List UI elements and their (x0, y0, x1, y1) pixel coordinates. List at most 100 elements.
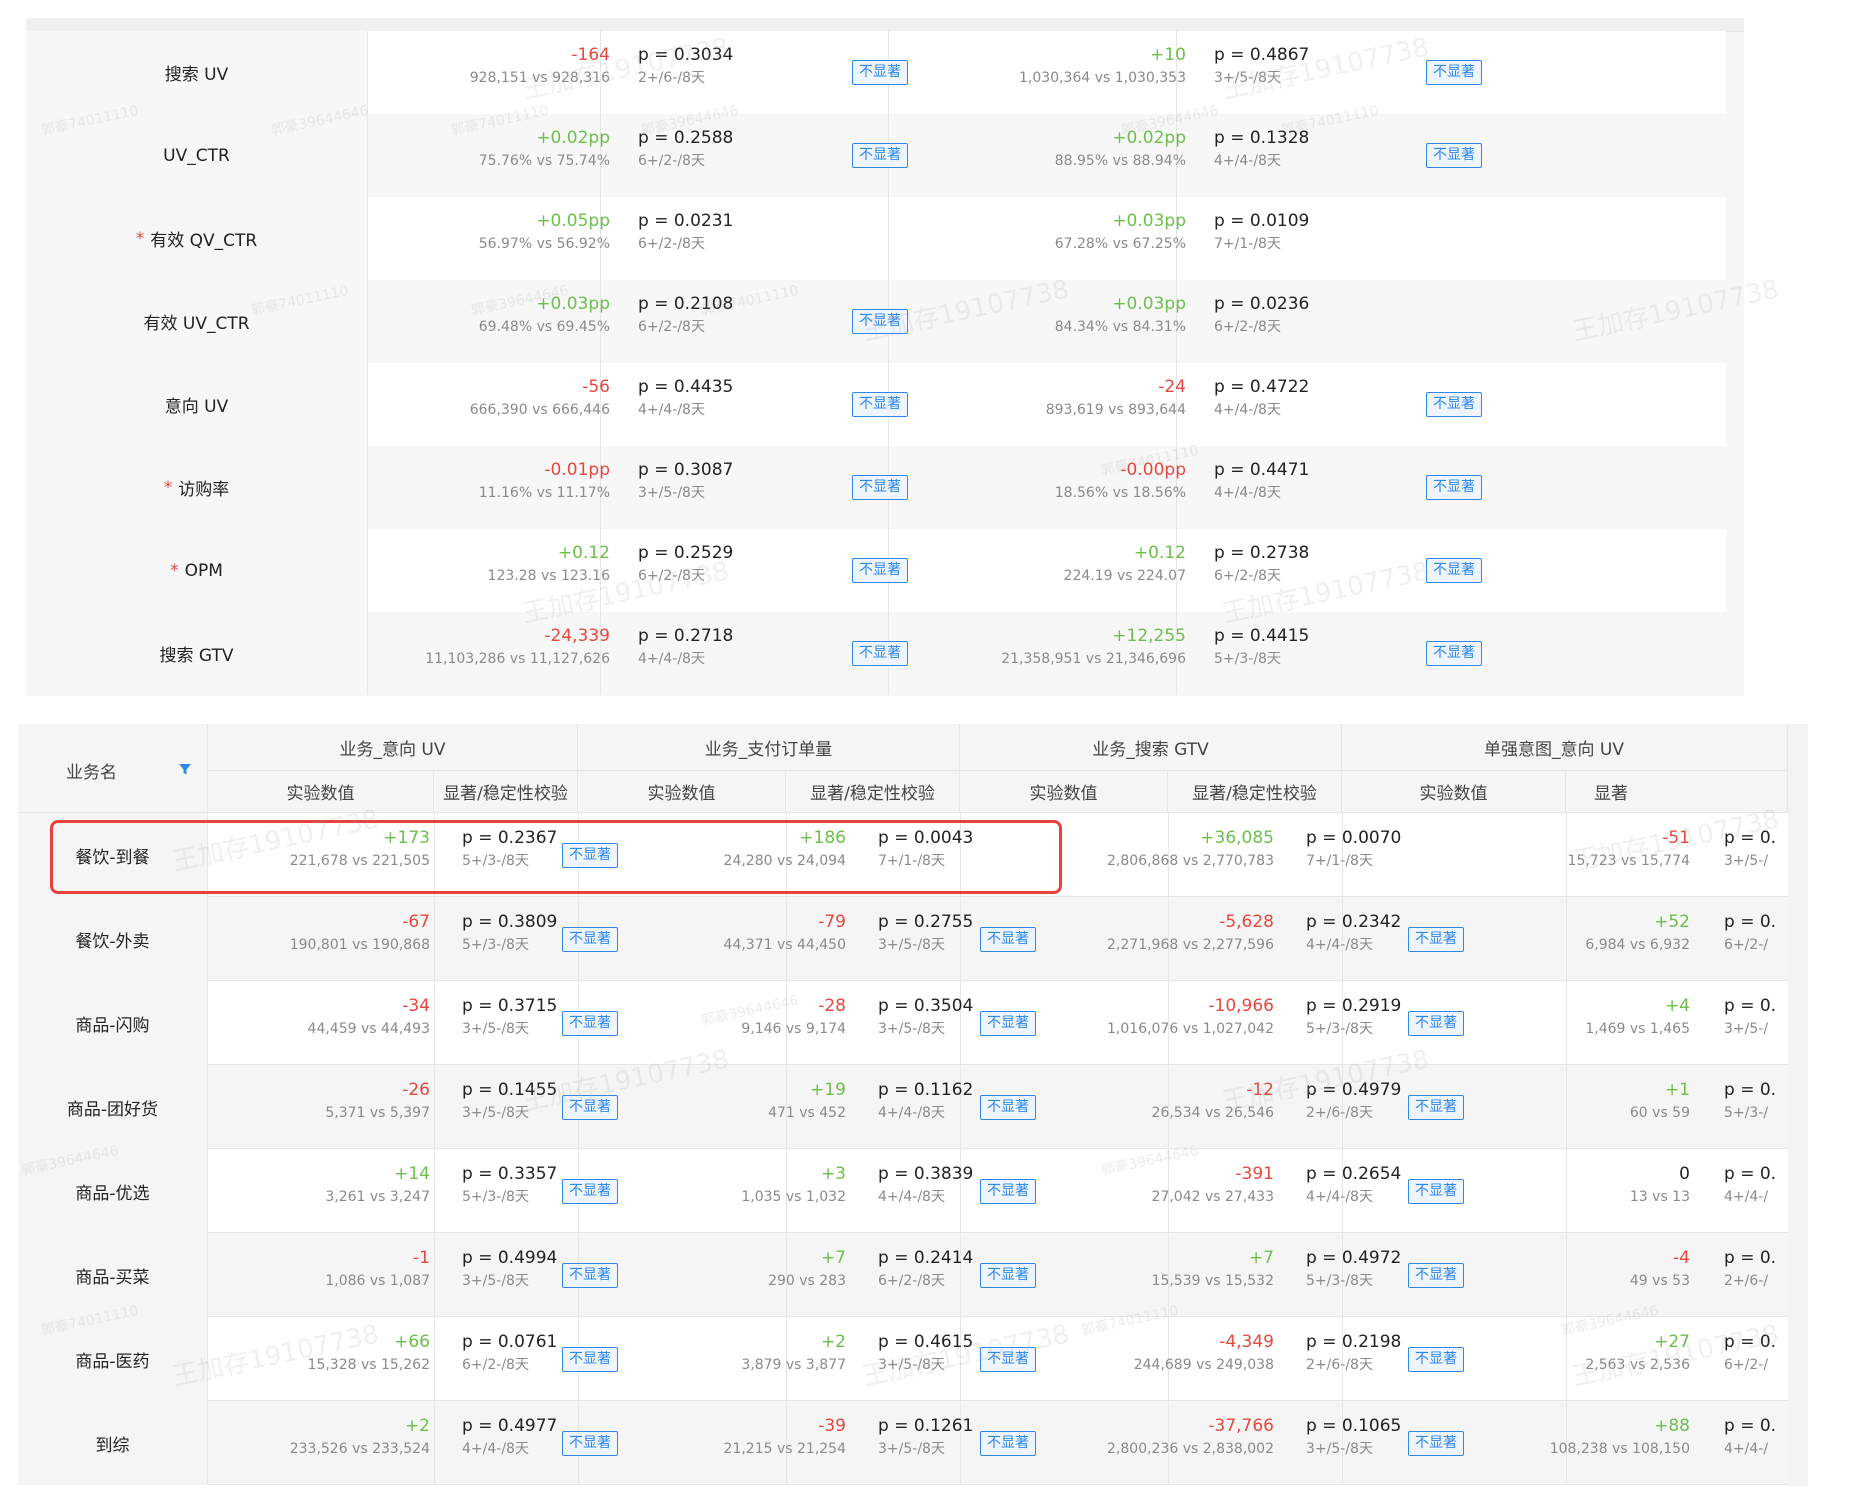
comparison-value: 1,016,076 vs 1,027,042 (1107, 1021, 1274, 1037)
bottom-table-scrollbar[interactable] (1788, 724, 1808, 1486)
not-significant-badge: 不显著 (852, 558, 908, 583)
column-divider (1566, 1317, 1567, 1401)
stability-text: 6+/2-/8天 (638, 568, 705, 584)
significance-cell: p = 0. 3+/5-/ (1724, 826, 1776, 872)
delta-value: +19 (810, 1080, 846, 1100)
delta-value: -51 (1662, 828, 1690, 848)
metric-label: 意向 UV (26, 363, 368, 446)
not-significant-badge: 不显著 (852, 309, 908, 334)
p-value: p = 0.2198 (1306, 1332, 1402, 1352)
experiment-value-cell: +3 1,035 vs 1,032 (741, 1162, 846, 1208)
not-significant-badge: 不显著 (1408, 1347, 1464, 1372)
experiment-value-cell: +14 3,261 vs 3,247 (325, 1162, 430, 1208)
stability-text: 4+/4-/8天 (1214, 485, 1281, 501)
delta-value: +10 (1150, 45, 1186, 65)
stability-text: 5+/3-/8天 (1306, 1021, 1373, 1037)
delta-value: +3 (820, 1164, 846, 1184)
p-value: p = 0.2755 (878, 912, 974, 932)
not-significant-badge: 不显著 (562, 1347, 618, 1372)
significance-cell: p = 0.2755 3+/5-/8天 (878, 910, 973, 956)
comparison-value: 84.34% vs 84.31% (1054, 319, 1186, 335)
significance-cell: p = 0.2654 4+/4-/8天 (1306, 1162, 1401, 1208)
p-value: p = 0. (1724, 1164, 1777, 1184)
comparison-value: 21,358,951 vs 21,346,696 (1001, 651, 1186, 667)
stability-text: 4+/4-/8天 (638, 402, 705, 418)
significance-cell: p = 0. 5+/3-/ (1724, 1078, 1776, 1124)
not-significant-badge: 不显著 (852, 60, 908, 85)
metric-row: 有效 UV_CTR +0.03pp 69.48% vs 69.45% p = 0.21… (26, 280, 1726, 363)
significance-cell: p = 0.1065 3+/5-/8天 (1306, 1414, 1401, 1460)
stability-text: 3+/5-/8天 (462, 1273, 529, 1289)
stability-text: 6+/2-/8天 (638, 319, 705, 335)
stability-text: 4+/4-/8天 (1214, 402, 1281, 418)
experiment-value-header: 实验数值 (1342, 771, 1566, 813)
experiment-value-cell: -79 44,371 vs 44,450 (724, 910, 846, 956)
column-divider (434, 1317, 435, 1401)
p-value: p = 0.4415 (1214, 626, 1310, 646)
required-marker: * (170, 560, 179, 581)
delta-value: -28 (818, 996, 846, 1016)
column-divider (1566, 981, 1567, 1065)
filter-icon[interactable] (178, 762, 192, 776)
business-name: 商品-团好货 (18, 1065, 208, 1149)
stability-text: 4+/4-/8天 (1306, 937, 1373, 953)
top-table-header-strip (26, 18, 1744, 32)
p-value: p = 0.4615 (878, 1332, 974, 1352)
comparison-value: 3,261 vs 3,247 (325, 1189, 430, 1205)
significance-cell: p = 0.3839 4+/4-/8天 (878, 1162, 973, 1208)
p-value: p = 0.3087 (638, 460, 734, 480)
p-value: p = 0. (1724, 912, 1777, 932)
p-value: p = 0.3715 (462, 996, 558, 1016)
stability-text: 5+/3-/8天 (1306, 1273, 1373, 1289)
experiment-value-cell: -24,339 11,103,286 vs 11,127,626 (425, 624, 610, 670)
stability-text: 3+/5-/8天 (1214, 70, 1281, 86)
stability-text: 5+/3-/8天 (462, 937, 529, 953)
significance-cell: p = 0.2108 6+/2-/8天 (638, 292, 733, 338)
not-significant-badge: 不显著 (980, 1095, 1036, 1120)
metric-label: 搜索 UV (26, 31, 368, 114)
experiment-value-cell: +27 2,563 vs 2,536 (1585, 1330, 1690, 1376)
experiment-value-cell: -51 15,723 vs 15,774 (1568, 826, 1690, 872)
experiment-value-header: 实验数值 (960, 771, 1168, 813)
experiment-value-cell: -1 1,086 vs 1,087 (325, 1246, 430, 1292)
metric-row: 搜索 GTV -24,339 11,103,286 vs 11,127,626 p =… (26, 612, 1726, 695)
comparison-value: 44,371 vs 44,450 (723, 937, 846, 953)
p-value: p = 0.0109 (1214, 211, 1310, 231)
not-significant-badge: 不显著 (980, 927, 1036, 952)
p-value: p = 0.4867 (1214, 45, 1310, 65)
stability-text: 6+/2-/8天 (1214, 568, 1281, 584)
delta-value: -12 (1246, 1080, 1274, 1100)
comparison-value: 11,103,286 vs 11,127,626 (425, 651, 610, 667)
not-significant-badge: 不显著 (852, 475, 908, 500)
not-significant-badge: 不显著 (1426, 143, 1482, 168)
experiment-value-cell: +0.03pp 84.34% vs 84.31% (1055, 292, 1186, 338)
delta-value: -391 (1235, 1164, 1274, 1184)
delta-value: -10,966 (1208, 996, 1274, 1016)
significance-header: 显著/稳定性校验 (786, 771, 960, 813)
metric-name: UV_CTR (163, 145, 230, 166)
metric-name: 有效 UV_CTR (143, 314, 250, 334)
experiment-value-header: 实验数值 (208, 771, 434, 813)
significance-cell: p = 0.2718 4+/4-/8天 (638, 624, 733, 670)
experiment-value-cell: +66 15,328 vs 15,262 (308, 1330, 430, 1376)
not-significant-badge: 不显著 (562, 1095, 618, 1120)
delta-value: +0.02pp (1112, 128, 1186, 148)
significance-cell: p = 0.0236 6+/2-/8天 (1214, 292, 1309, 338)
business-name: 商品-闪购 (18, 981, 208, 1065)
business-name: 餐饮-外卖 (18, 897, 208, 981)
delta-value: -5,628 (1219, 912, 1274, 932)
top-metrics-table: 搜索 UV -164 928,151 vs 928,316 p = 0.3034 2+/… (26, 18, 1744, 696)
significance-cell: p = 0.4867 3+/5-/8天 (1214, 43, 1309, 89)
significance-cell: p = 0.4615 3+/5-/8天 (878, 1330, 973, 1376)
stability-text: 3+/5-/8天 (878, 1357, 945, 1373)
p-value: p = 0.4994 (462, 1248, 558, 1268)
not-significant-badge: 不显著 (980, 1179, 1036, 1204)
significance-cell: p = 0.2529 6+/2-/8天 (638, 541, 733, 587)
not-significant-badge: 不显著 (1408, 927, 1464, 952)
experiment-value-cell: +10 1,030,364 vs 1,030,353 (1019, 43, 1186, 89)
column-divider (1566, 897, 1567, 981)
p-value: p = 0.2718 (638, 626, 734, 646)
significance-cell: p = 0.2738 6+/2-/8天 (1214, 541, 1309, 587)
comparison-value: 2,563 vs 2,536 (1585, 1357, 1690, 1373)
column-divider (434, 1149, 435, 1233)
